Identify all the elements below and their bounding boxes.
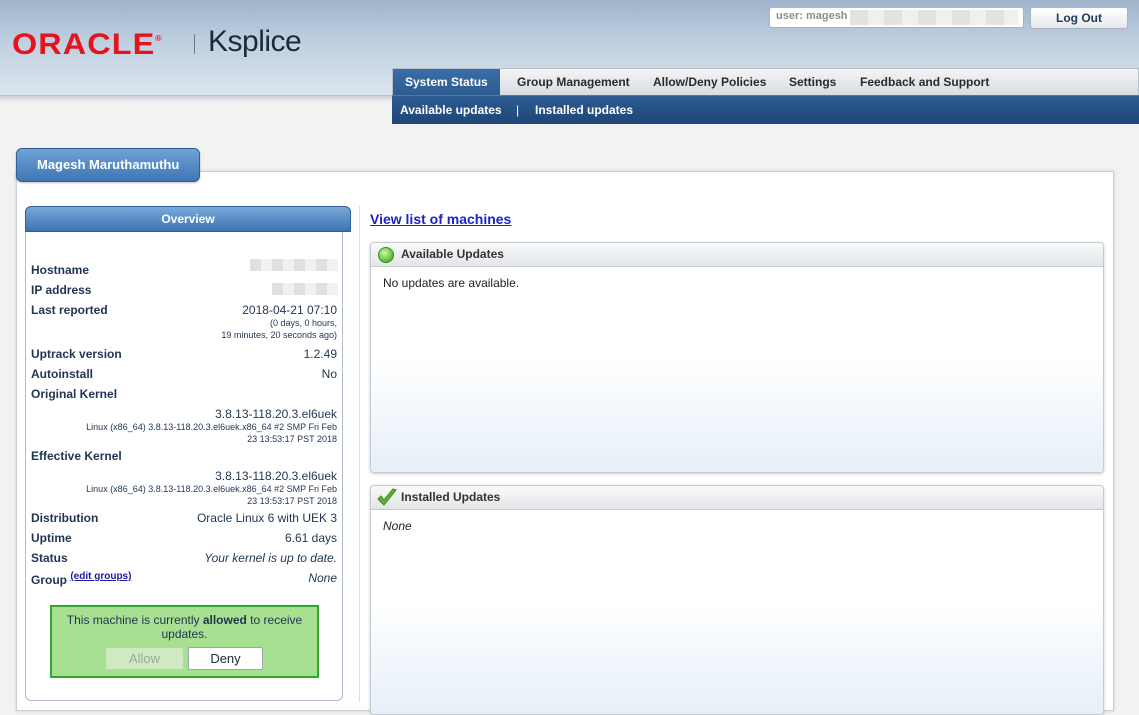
tab-settings[interactable]: Settings (777, 69, 848, 96)
status-ok-icon (378, 247, 394, 263)
last-reported-ago-1: (0 days, 0 hours, (269, 318, 337, 328)
status-value: Your kernel is up to date. (204, 551, 337, 565)
available-updates-body: No updates are available. (371, 268, 1103, 472)
original-kernel-value: 3.8.13-118.20.3.el6uek (215, 407, 337, 421)
redacted-hostname (250, 259, 338, 271)
machine-name-tab[interactable]: Magesh Maruthamuthu (16, 148, 200, 182)
available-updates-header: Available Updates (371, 243, 1103, 267)
group-row: Group (edit groups) (31, 571, 131, 587)
hostname-label: Hostname (31, 263, 90, 277)
tab-system-status[interactable]: System Status (393, 69, 500, 96)
user-label: user: magesh (776, 10, 848, 22)
policy-text-bold: allowed (202, 613, 247, 627)
uptime-label: Uptime (31, 531, 72, 545)
edit-groups-link[interactable]: (edit groups) (70, 571, 131, 582)
subnav-installed-updates[interactable]: Installed updates (535, 96, 633, 124)
sub-nav: Available updates | Installed updates (392, 95, 1139, 124)
main-nav: System Status Group Management Allow/Den… (392, 68, 1139, 96)
overview-header: Overview (25, 206, 351, 232)
last-reported-ago-2: 19 minutes, 20 seconds ago) (221, 330, 337, 340)
installed-updates-panel: Installed Updates None (370, 485, 1104, 715)
view-machines-link[interactable]: View list of machines (370, 211, 511, 227)
tab-feedback-support[interactable]: Feedback and Support (848, 69, 1001, 96)
available-updates-message: No updates are available. (383, 276, 520, 290)
oracle-logo-text: ORACLE (12, 28, 156, 61)
redacted-user-detail (850, 10, 1018, 25)
available-updates-panel: Available Updates No updates are availab… (370, 242, 1104, 473)
effective-kernel-value: 3.8.13-118.20.3.el6uek (215, 469, 337, 483)
checkmark-icon (377, 488, 397, 506)
registered-mark: ® (155, 34, 163, 43)
tab-allow-deny-policies[interactable]: Allow/Deny Policies (641, 69, 778, 96)
installed-updates-message: None (383, 519, 412, 533)
original-kernel-label: Original Kernel (31, 387, 118, 401)
group-value: None (308, 571, 337, 585)
status-label: Status (31, 551, 68, 565)
installed-updates-title: Installed Updates (401, 490, 501, 504)
user-indicator: user: magesh (769, 7, 1024, 28)
uptrack-version-value: 1.2.49 (303, 347, 337, 361)
autoinstall-label: Autoinstall (31, 367, 93, 381)
available-updates-title: Available Updates (401, 247, 504, 261)
column-divider (359, 206, 360, 702)
effective-kernel-detail-1: Linux (x86_64) 3.8.13-118.20.3.el6uek.x8… (86, 484, 337, 494)
installed-updates-header: Installed Updates (371, 486, 1103, 510)
subnav-available-updates[interactable]: Available updates (400, 96, 502, 124)
autoinstall-value: No (321, 367, 337, 381)
distribution-value: Oracle Linux 6 with UEK 3 (196, 511, 337, 525)
last-reported-value: 2018-04-21 07:10 (242, 303, 337, 317)
deny-button[interactable]: Deny (188, 647, 263, 670)
tab-group-management[interactable]: Group Management (505, 69, 642, 96)
ksplice-logo: Ksplice (208, 25, 302, 58)
original-kernel-detail-1: Linux (x86_64) 3.8.13-118.20.3.el6uek.x8… (86, 422, 337, 432)
policy-status-box: This machine is currently allowed to rec… (50, 605, 319, 678)
group-label: Group (31, 573, 67, 587)
ip-address-label: IP address (31, 283, 92, 297)
installed-updates-body: None (371, 511, 1103, 714)
effective-kernel-detail-2: 23 13:53:17 PST 2018 (247, 496, 337, 506)
last-reported-label: Last reported (31, 303, 108, 317)
uptime-value: 6.61 days (284, 531, 337, 545)
uptrack-version-label: Uptrack version (31, 347, 122, 361)
effective-kernel-label: Effective Kernel (31, 449, 122, 463)
distribution-label: Distribution (31, 511, 99, 525)
subnav-separator: | (516, 103, 520, 117)
original-kernel-detail-2: 23 13:53:17 PST 2018 (247, 434, 337, 444)
logout-button[interactable]: Log Out (1030, 7, 1128, 29)
policy-text-before: This machine is currently (66, 613, 203, 627)
allow-button[interactable]: Allow (105, 647, 184, 670)
redacted-ip-address (272, 283, 338, 295)
oracle-logo: ORACLE® (12, 28, 163, 62)
logo-separator (194, 34, 195, 54)
